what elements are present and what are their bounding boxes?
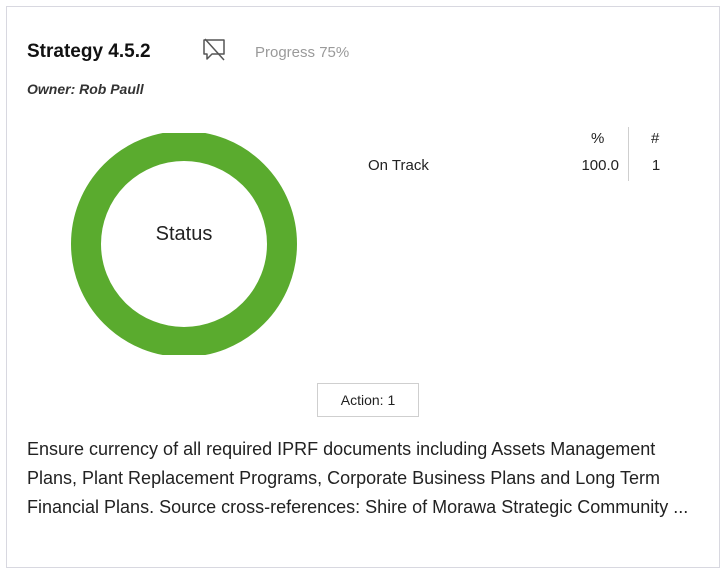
column-divider [628, 127, 629, 181]
table-row-count: 1 [651, 157, 661, 174]
strategy-description: Ensure currency of all required IPRF doc… [27, 439, 689, 517]
status-table: % # On Track 100.0 1 [363, 127, 673, 187]
progress-text: Progress 75% [255, 44, 350, 61]
count-header: # [651, 130, 660, 147]
comment-off-icon[interactable] [199, 35, 229, 65]
table-row-percent: 100.0 [581, 157, 619, 174]
table-row-label: On Track [368, 157, 429, 174]
owner-text: Owner: Rob Paull [27, 81, 144, 97]
strategy-card: Strategy 4.5.2 Progress 75% Owner: Rob P… [6, 6, 720, 568]
strategy-title: Strategy 4.5.2 [27, 41, 151, 62]
percent-header: % [591, 130, 605, 147]
action-button[interactable]: Action: 1 [317, 383, 419, 417]
donut-center-label: Status [155, 223, 213, 245]
